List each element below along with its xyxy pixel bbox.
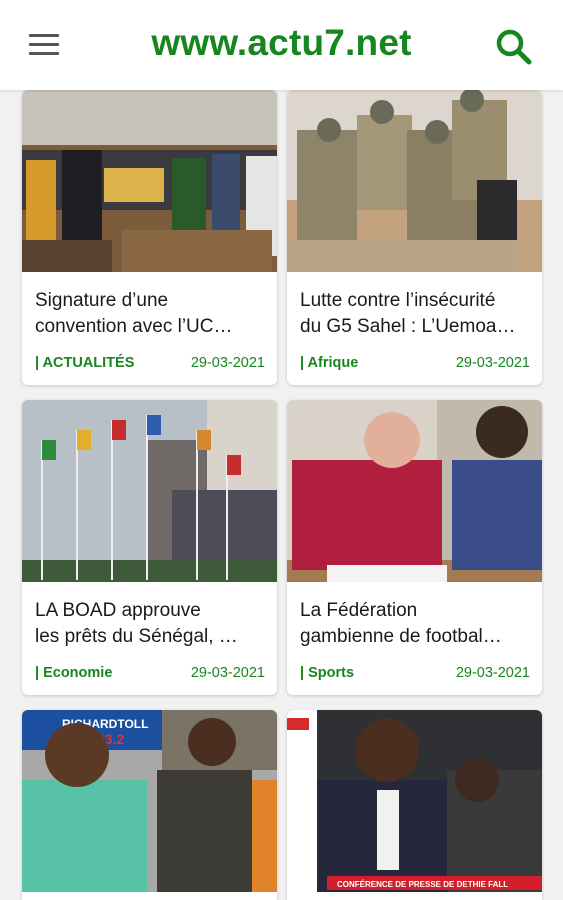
search-icon[interactable] <box>495 28 533 66</box>
article-grid: Signature d’une convention avec l’UC… | … <box>0 90 563 900</box>
article-title: Lutte contre l’insécurité du G5 Sahel : … <box>300 290 516 337</box>
article-title: LA BOAD approuve les prêts du Sénégal, … <box>35 600 238 647</box>
article-card[interactable]: LA BOAD approuve les prêts du Sénégal, …… <box>22 400 277 695</box>
article-category[interactable]: | Sports <box>300 665 354 681</box>
article-date: 29-03-2021 <box>455 355 530 371</box>
article-card[interactable]: CONFÉRENCE DE PRESSE DE DETHIE FALL <box>287 710 542 900</box>
article-date: 29-03-2021 <box>190 355 265 371</box>
article-date: 29-03-2021 <box>190 665 265 681</box>
article-thumbnail <box>22 90 277 272</box>
article-card[interactable]: RICHARDTOLL 93.2 <box>22 710 277 900</box>
article-date: 29-03-2021 <box>455 665 530 681</box>
app-bar: www.actu7.net <box>0 0 563 90</box>
article-thumbnail <box>287 400 542 582</box>
article-thumbnail <box>22 400 277 582</box>
site-title: www.actu7.net <box>151 22 412 63</box>
article-card[interactable]: Lutte contre l’insécurité du G5 Sahel : … <box>287 90 542 385</box>
article-thumbnail: RICHARDTOLL 93.2 <box>22 710 277 892</box>
article-title: La Fédération gambienne de footbal… <box>300 600 502 647</box>
article-category[interactable]: | ACTUALITÉS <box>35 355 134 371</box>
article-thumbnail: CONFÉRENCE DE PRESSE DE DETHIE FALL <box>287 710 542 892</box>
press-banner-text: CONFÉRENCE DE PRESSE DE DETHIE FALL <box>337 880 508 889</box>
article-title: Signature d’une convention avec l’UC… <box>35 290 233 337</box>
article-category[interactable]: | Afrique <box>300 355 358 371</box>
article-card[interactable]: Signature d’une convention avec l’UC… | … <box>22 90 277 385</box>
article-category[interactable]: | Economie <box>35 665 112 681</box>
article-thumbnail <box>287 90 542 272</box>
article-card[interactable]: La Fédération gambienne de footbal… | Sp… <box>287 400 542 695</box>
